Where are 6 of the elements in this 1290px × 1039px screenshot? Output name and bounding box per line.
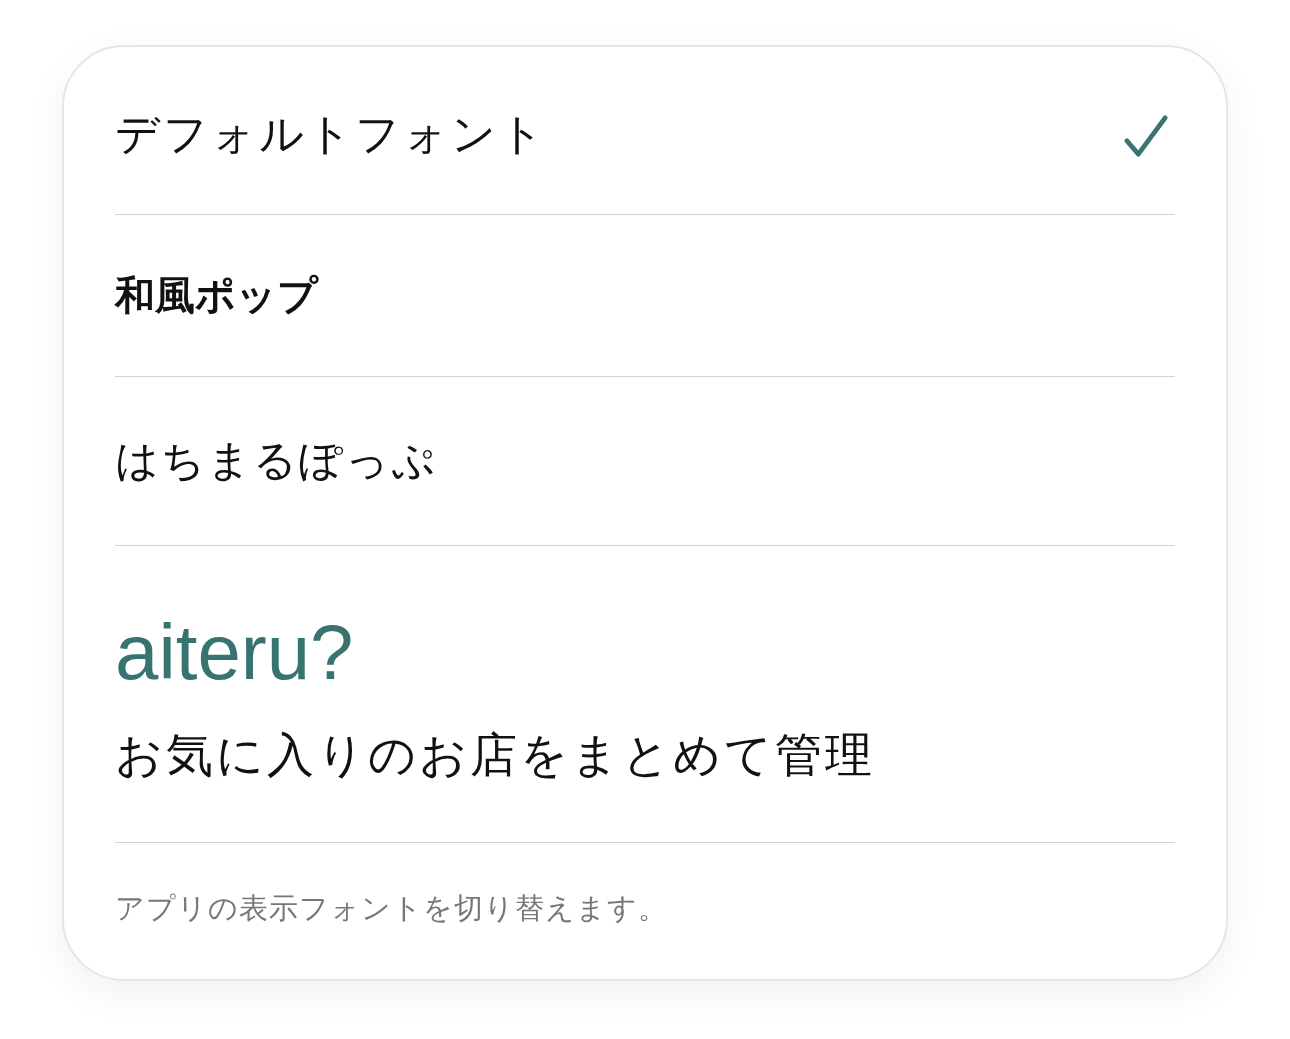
font-setting-description: アプリの表示フォントを切り替えます。	[115, 890, 668, 928]
font-option[interactable]: 和風ポップ	[115, 215, 1175, 377]
font-option[interactable]: はちまるぽっぷ	[115, 377, 1175, 546]
app-name: aiteru?	[115, 608, 354, 698]
font-option[interactable]: デフォルトフォント	[115, 47, 1175, 215]
tagline: お気に入りのお店をまとめて管理	[115, 726, 875, 784]
